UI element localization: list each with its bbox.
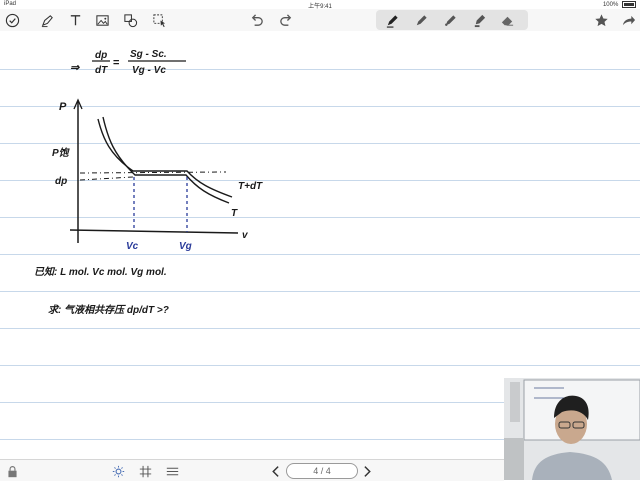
notes-toolbar [0, 9, 640, 32]
highlighter-icon[interactable] [470, 11, 488, 29]
curve-t-label: T [231, 208, 238, 219]
p-sat-label: P饱 [52, 147, 71, 159]
rhs-numerator: Sg - Sc. [130, 49, 167, 60]
eq-numerator: dp [95, 50, 107, 61]
share-icon[interactable] [619, 11, 637, 29]
curve-t-dt-label: T+dT [238, 181, 263, 192]
known-line: 已知: L mol. Vc mol. Vg mol. [34, 266, 167, 278]
undo-icon[interactable] [247, 11, 265, 29]
list-icon[interactable] [164, 463, 180, 479]
page-indicator[interactable]: 4 / 4 [286, 463, 358, 479]
pen-icon[interactable] [38, 11, 56, 29]
prev-page-icon[interactable] [268, 463, 284, 479]
brush-pen-icon[interactable] [441, 11, 459, 29]
webcam-overlay [504, 378, 640, 480]
brightness-icon[interactable] [110, 463, 126, 479]
redo-icon[interactable] [277, 11, 295, 29]
battery-percent: 100% [602, 2, 619, 9]
question-line: 求: 气液相共存压 dp/dT >? [48, 304, 169, 316]
dp-label: dp [55, 176, 67, 187]
axis-x-label: v [242, 230, 249, 241]
eraser-icon[interactable] [498, 11, 516, 29]
star-icon[interactable] [592, 11, 610, 29]
lock-icon[interactable] [4, 463, 20, 479]
status-bar: iPad 上午9:41 100% [0, 0, 640, 10]
axis-y-label: P [59, 101, 67, 113]
svg-text:⇒: ⇒ [70, 62, 80, 74]
page-navigation-bar: 4 / 4 [0, 459, 504, 481]
v-l-label: Vc [126, 241, 139, 252]
checkmark-circle-icon[interactable] [3, 11, 21, 29]
fountain-pen-icon[interactable] [383, 11, 401, 29]
svg-text:=: = [113, 57, 119, 69]
eq-denominator: dT [95, 65, 108, 76]
next-page-icon[interactable] [358, 463, 374, 479]
ballpoint-pen-icon[interactable] [412, 11, 430, 29]
battery-icon [622, 1, 636, 8]
text-icon[interactable] [66, 11, 84, 29]
v-g-label: Vg [179, 241, 192, 252]
lasso-select-icon[interactable] [150, 11, 168, 29]
image-icon[interactable] [93, 11, 111, 29]
rhs-denominator: Vg - Vc [132, 65, 166, 76]
battery-indicator: 100% [603, 1, 636, 8]
shapes-icon[interactable] [121, 11, 139, 29]
grid-icon[interactable] [137, 463, 153, 479]
